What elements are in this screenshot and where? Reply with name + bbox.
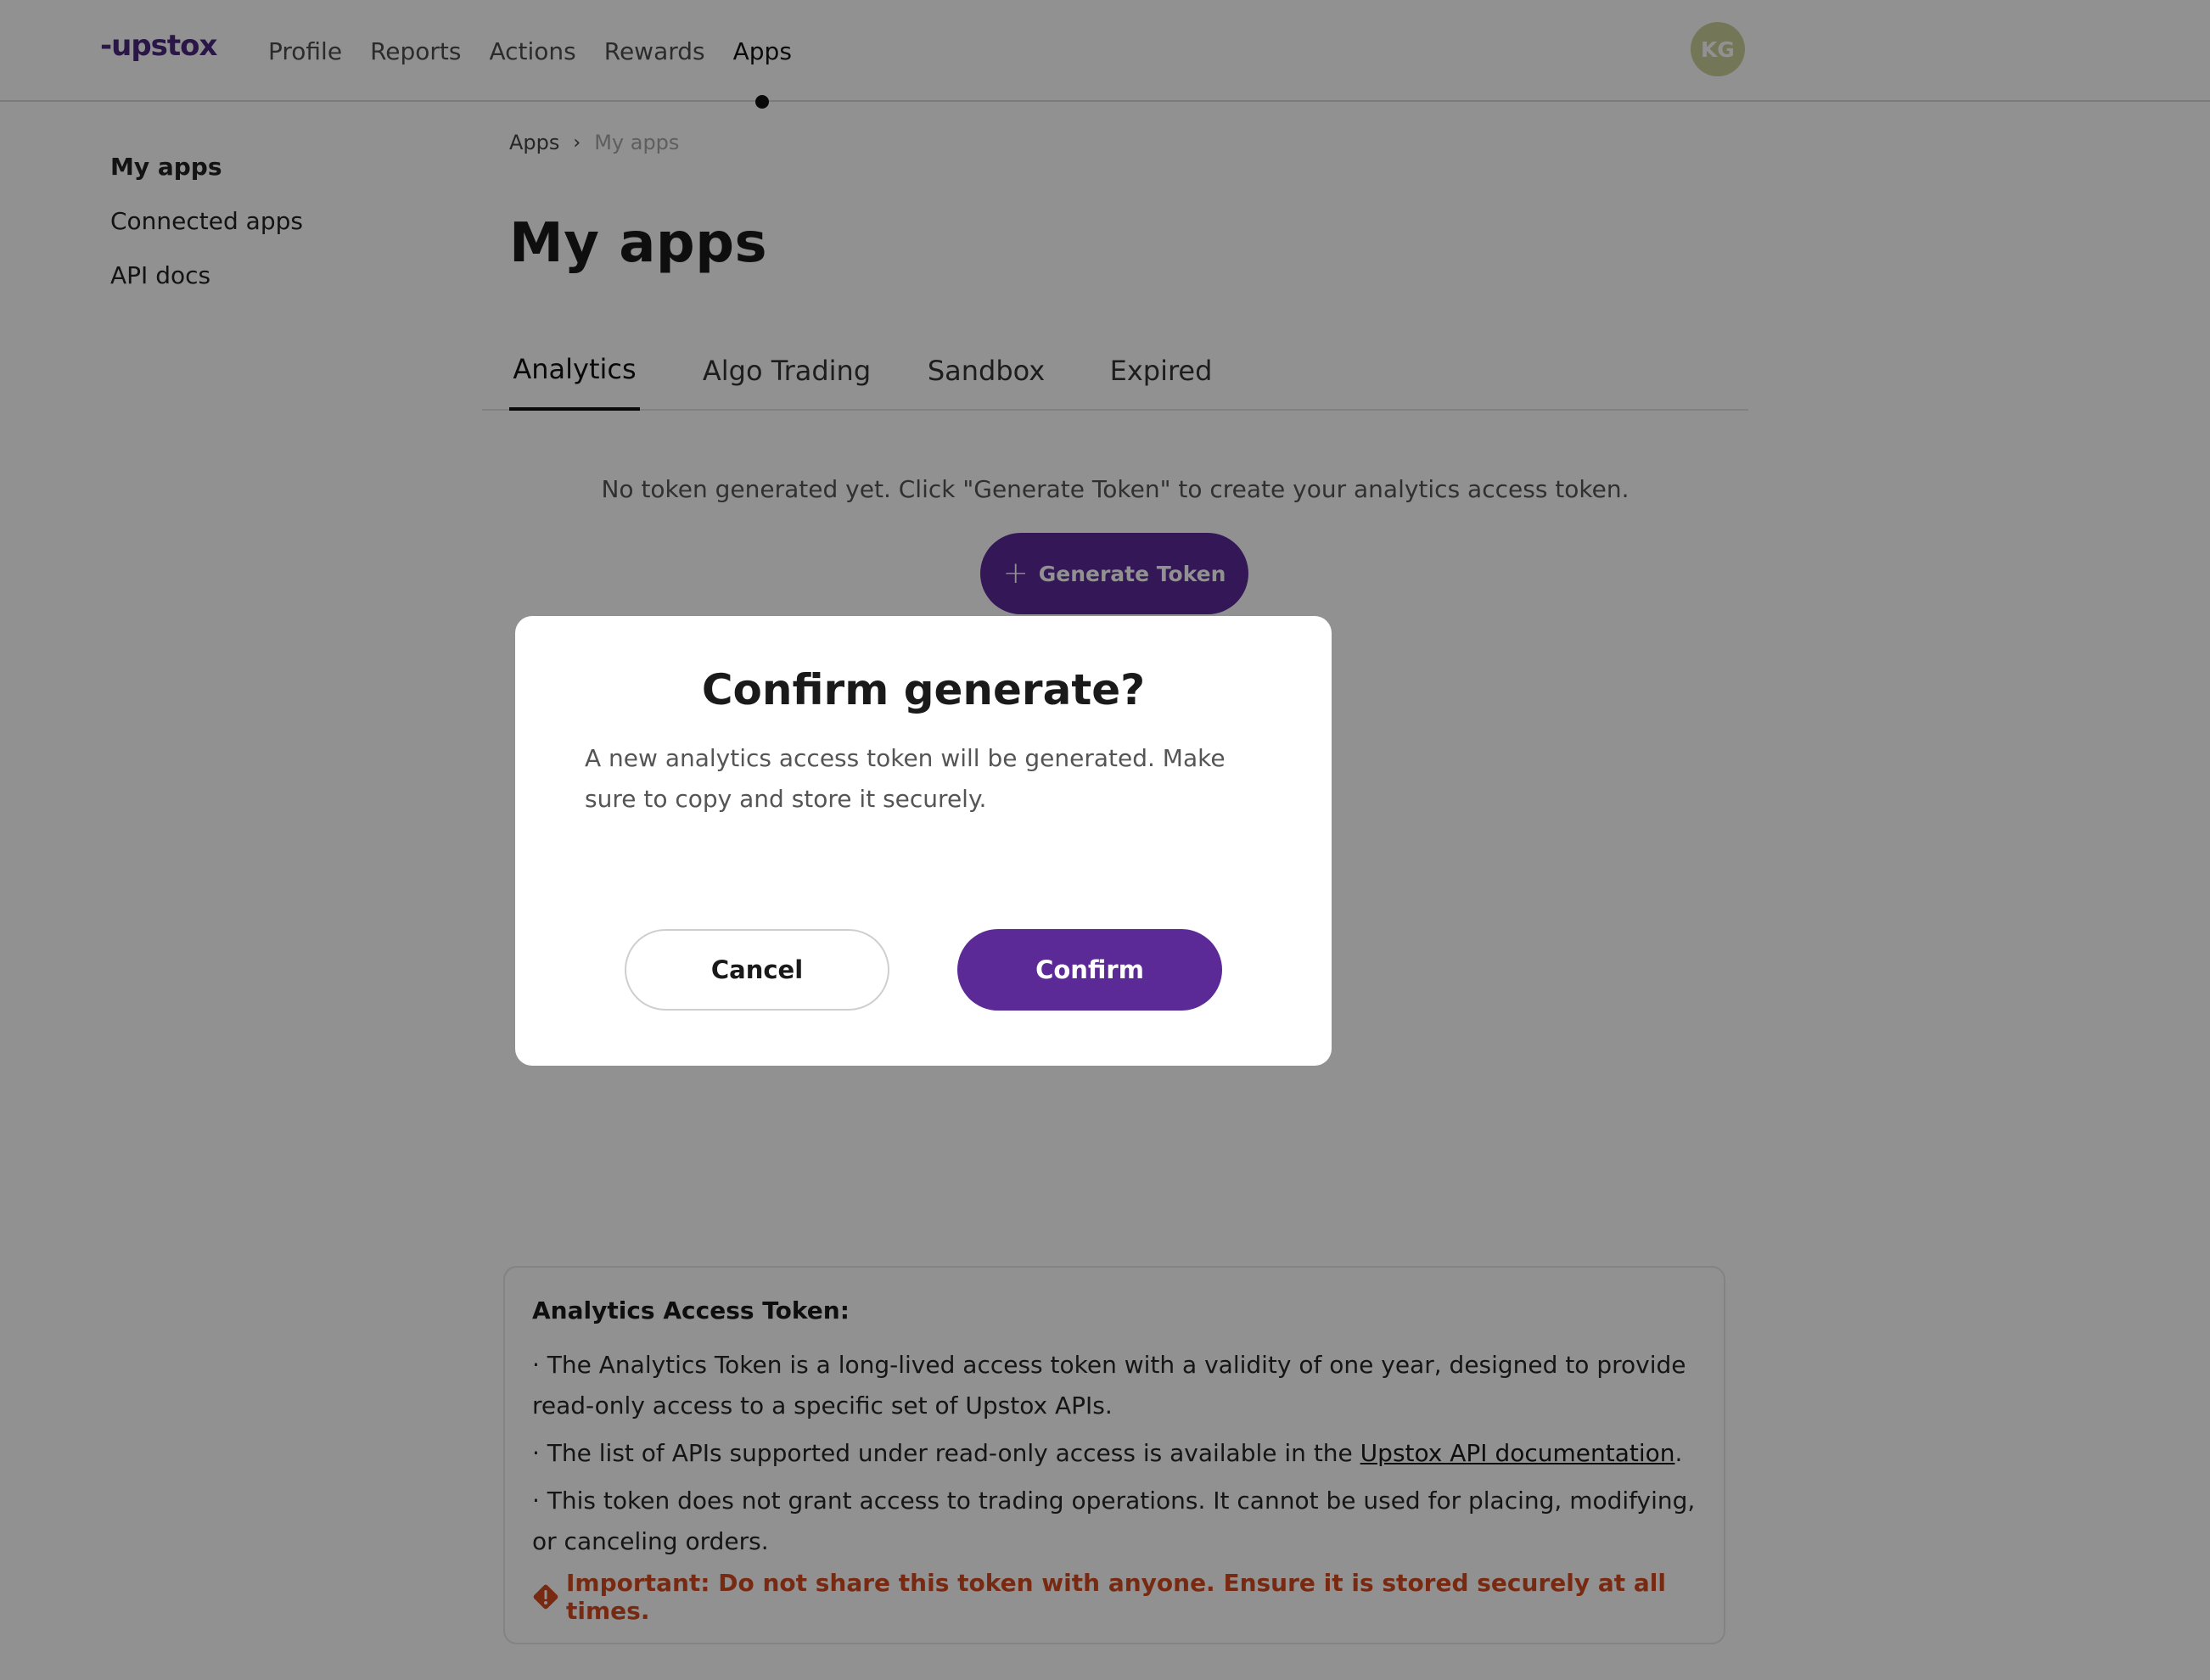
cancel-button[interactable]: Cancel	[625, 929, 889, 1011]
dialog-body: A new analytics access token will be gen…	[585, 744, 1226, 813]
confirm-generate-dialog: Confirm generate? A new analytics access…	[515, 616, 1332, 1066]
dialog-title: Confirm generate?	[701, 665, 1146, 714]
confirm-button[interactable]: Confirm	[957, 929, 1222, 1011]
